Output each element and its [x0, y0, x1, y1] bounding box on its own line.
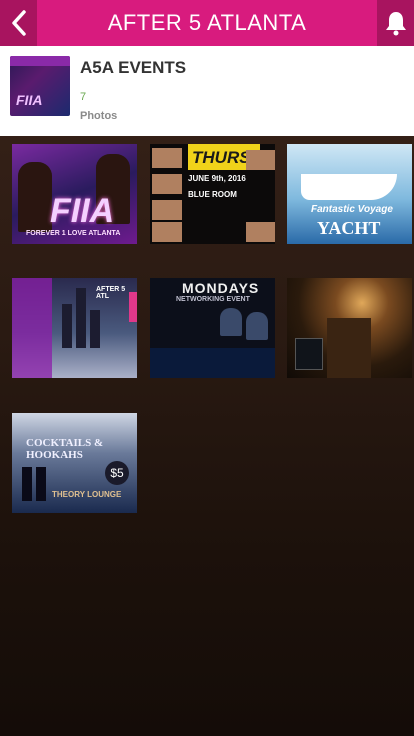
photo-thumbnail[interactable]: AFTER 5 ATL [12, 278, 137, 378]
chevron-left-icon [11, 10, 26, 36]
photo-thumbnail[interactable]: COCKTAILS & HOOKAHS $5 THEORY LOUNGE [12, 413, 137, 513]
back-button[interactable] [0, 0, 37, 46]
flyer-title: AFTER 5 ATL [96, 286, 126, 300]
page-title: AFTER 5 ATLANTA [107, 10, 307, 35]
person-figure [22, 467, 32, 501]
photo-inset [152, 174, 182, 194]
bell-icon [385, 12, 406, 36]
building [76, 288, 86, 348]
notifications-button[interactable] [377, 0, 414, 46]
venue-interior [327, 318, 371, 378]
flyer-title: COCKTAILS & HOOKAHS [26, 437, 104, 461]
photo-inset [152, 222, 182, 242]
flyer-footer [150, 348, 275, 378]
photo-inset [152, 148, 182, 168]
flyer-title: Fantastic Voyage [311, 204, 393, 215]
flyer-title: FIIA [50, 192, 115, 230]
photo-thumbnail[interactable]: FIIA FOREVER 1 LOVE ATLANTA [12, 144, 137, 244]
photo-inset [246, 150, 275, 170]
album-thumbnail[interactable]: FIIA [10, 56, 70, 116]
person-figure [220, 308, 242, 336]
yacht-graphic [301, 174, 397, 200]
top-bar: AFTER 5 ATLANTA [0, 0, 414, 46]
album-name: A5A EVENTS [80, 58, 187, 77]
phone-graphic [295, 338, 323, 370]
album-header: FIIA A5A EVENTS 7 Photos [0, 46, 414, 136]
flyer-title: MONDAYS [182, 280, 260, 296]
flyer-date: JUNE 9th, 2016 [188, 174, 246, 183]
photo-thumbnail[interactable]: THURSDAY JUNE 9th, 2016 BLUE ROOM [150, 144, 275, 244]
photo-inset [152, 200, 182, 220]
person-figure [18, 162, 52, 232]
album-subtitle: Photos [80, 110, 118, 122]
person-figure [36, 467, 46, 501]
photo-inset [246, 222, 275, 242]
photo-thumbnail[interactable]: Fantastic Voyage YACHT [287, 144, 412, 244]
person-figure [246, 312, 268, 340]
thumb-text: FIIA [16, 92, 43, 108]
photo-count: 7 [80, 91, 87, 103]
price-badge: $5 [105, 461, 129, 485]
building [62, 304, 72, 348]
photo-thumbnail[interactable] [287, 278, 412, 378]
flyer-subtitle: FOREVER 1 LOVE ATLANTA [26, 230, 121, 237]
flyer-subtitle: NETWORKING EVENT [176, 296, 250, 303]
building [90, 310, 100, 348]
photo-thumbnail[interactable]: MONDAYS NETWORKING EVENT [150, 278, 275, 378]
flyer-subtitle: YACHT [317, 218, 381, 238]
thumb-ribbon [10, 56, 70, 66]
flyer-venue: THEORY LOUNGE [52, 490, 122, 499]
flyer-band [12, 278, 52, 378]
flyer-venue: BLUE ROOM [188, 190, 237, 199]
